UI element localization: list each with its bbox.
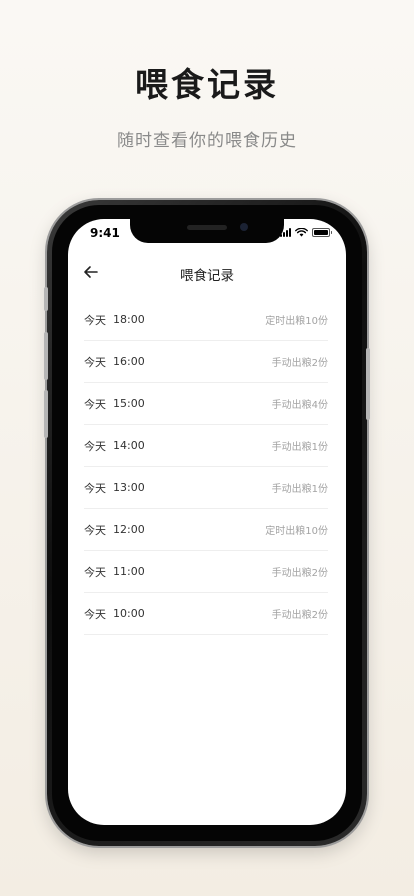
record-time: 13:00 xyxy=(113,481,145,494)
earpiece-speaker xyxy=(187,225,227,230)
phone-mockup: 9:41 喂食记录 今天 18:00 定时出粮10份 今天 16:00 手动出粮… xyxy=(44,200,370,846)
record-day: 今天 xyxy=(84,397,106,411)
nav-bar: 喂食记录 xyxy=(68,261,346,285)
record-time: 15:00 xyxy=(113,397,145,410)
wifi-icon xyxy=(295,228,308,237)
promo-subtitle: 随时查看你的喂食历史 xyxy=(117,131,297,151)
record-time: 16:00 xyxy=(113,355,145,368)
volume-down-button xyxy=(44,390,48,438)
record-action: 手动出粮2份 xyxy=(271,568,328,579)
phone-screen: 9:41 喂食记录 今天 18:00 定时出粮10份 今天 16:00 手动出粮… xyxy=(68,219,346,825)
record-day: 今天 xyxy=(84,439,106,453)
mute-switch xyxy=(44,287,48,311)
record-time: 11:00 xyxy=(113,565,145,578)
nav-title: 喂食记录 xyxy=(180,268,234,284)
record-day: 今天 xyxy=(84,355,106,369)
record-day: 今天 xyxy=(84,565,106,579)
record-row[interactable]: 今天 16:00 手动出粮2份 xyxy=(84,341,328,383)
record-day: 今天 xyxy=(84,313,106,327)
record-action: 手动出粮2份 xyxy=(271,610,328,621)
record-row[interactable]: 今天 18:00 定时出粮10份 xyxy=(84,299,328,341)
feeding-record-list: 今天 18:00 定时出粮10份 今天 16:00 手动出粮2份 今天 15:0… xyxy=(84,299,328,635)
record-time: 12:00 xyxy=(113,523,145,536)
record-time: 10:00 xyxy=(113,607,145,620)
record-time: 18:00 xyxy=(113,313,145,326)
record-time: 14:00 xyxy=(113,439,145,452)
record-row[interactable]: 今天 12:00 定时出粮10份 xyxy=(84,509,328,551)
status-time: 9:41 xyxy=(90,226,120,240)
record-action: 手动出粮1份 xyxy=(271,442,328,453)
record-day: 今天 xyxy=(84,607,106,621)
front-camera xyxy=(240,223,248,231)
record-row[interactable]: 今天 10:00 手动出粮2份 xyxy=(84,593,328,635)
record-row[interactable]: 今天 14:00 手动出粮1份 xyxy=(84,425,328,467)
battery-icon xyxy=(312,228,332,237)
record-day: 今天 xyxy=(84,481,106,495)
record-action: 定时出粮10份 xyxy=(265,526,328,537)
record-action: 手动出粮4份 xyxy=(271,400,328,411)
record-day: 今天 xyxy=(84,523,106,537)
record-action: 手动出粮1份 xyxy=(271,484,328,495)
record-row[interactable]: 今天 11:00 手动出粮2份 xyxy=(84,551,328,593)
status-icons xyxy=(280,228,332,237)
promo-title: 喂食记录 xyxy=(135,65,279,104)
record-row[interactable]: 今天 15:00 手动出粮4份 xyxy=(84,383,328,425)
record-row[interactable]: 今天 13:00 手动出粮1份 xyxy=(84,467,328,509)
volume-up-button xyxy=(44,332,48,380)
phone-notch xyxy=(130,219,284,243)
record-action: 手动出粮2份 xyxy=(271,358,328,369)
record-action: 定时出粮10份 xyxy=(265,316,328,327)
power-button xyxy=(366,348,370,420)
